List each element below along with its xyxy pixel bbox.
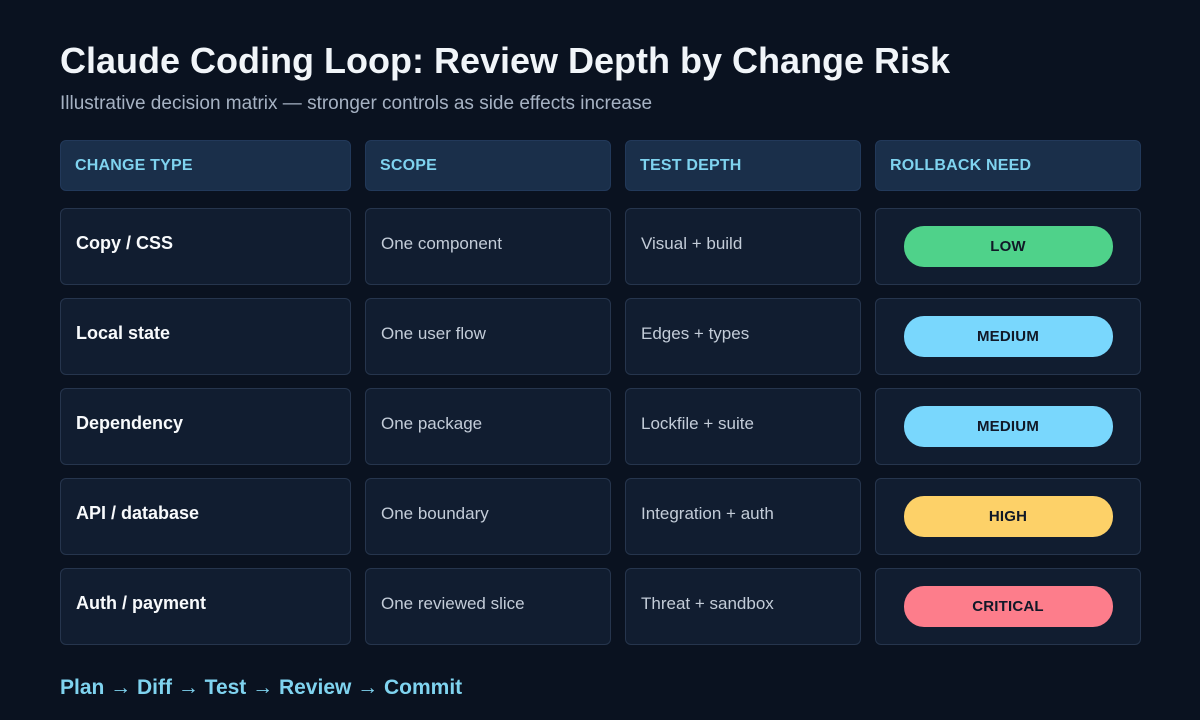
test-depth-label: Lockfile + suite	[641, 413, 754, 433]
rollback-badge: HIGH	[903, 496, 1113, 537]
decision-matrix-page: Claude Coding Loop: Review Depth by Chan…	[0, 0, 1200, 720]
cell-test-depth: Lockfile + suite	[625, 388, 861, 465]
header-scope-label: SCOPE	[380, 156, 438, 174]
change-type-label: Auth / payment	[76, 593, 207, 613]
header-test-depth-label: TEST DEPTH	[640, 156, 742, 174]
cell-rollback-need: HIGH	[875, 478, 1141, 555]
cell-change-type: Copy / CSS	[60, 208, 351, 285]
cell-rollback-need: CRITICAL	[875, 568, 1141, 645]
cell-scope: One component	[365, 208, 611, 285]
cell-scope: One reviewed slice	[365, 568, 611, 645]
scope-label: One boundary	[381, 503, 489, 523]
test-depth-label: Edges + types	[641, 323, 750, 343]
change-type-label: Local state	[76, 323, 171, 343]
cell-test-depth: Visual + build	[625, 208, 861, 285]
cell-rollback-need: LOW	[875, 208, 1141, 285]
rollback-badge: LOW	[903, 226, 1113, 267]
cell-change-type: Local state	[60, 298, 351, 375]
rollback-badge: MEDIUM	[903, 316, 1113, 357]
header-change-type-label: CHANGE TYPE	[75, 156, 193, 174]
cell-test-depth: Integration + auth	[625, 478, 861, 555]
change-type-label: Copy / CSS	[76, 233, 174, 253]
test-depth-label: Visual + build	[641, 233, 743, 253]
rollback-badge: MEDIUM	[903, 406, 1113, 447]
change-type-label: API / database	[76, 503, 200, 523]
header-scope: SCOPE	[365, 140, 611, 191]
cell-scope: One user flow	[365, 298, 611, 375]
scope-label: One component	[381, 233, 502, 253]
header-rollback-need-label: ROLLBACK NEED	[890, 156, 1032, 174]
header-rollback-need: ROLLBACK NEED	[875, 140, 1141, 191]
scope-label: One package	[381, 413, 483, 433]
scope-label: One reviewed slice	[381, 593, 525, 613]
cell-test-depth: Edges + types	[625, 298, 861, 375]
cell-rollback-need: MEDIUM	[875, 298, 1141, 375]
cell-rollback-need: MEDIUM	[875, 388, 1141, 465]
page-title: Claude Coding Loop: Review Depth by Chan…	[60, 40, 951, 81]
header-change-type: CHANGE TYPE	[60, 140, 351, 191]
change-type-label: Dependency	[76, 413, 184, 433]
header-test-depth: TEST DEPTH	[625, 140, 861, 191]
cell-change-type: API / database	[60, 478, 351, 555]
cell-change-type: Dependency	[60, 388, 351, 465]
cell-scope: One boundary	[365, 478, 611, 555]
workflow-footer: Plan → Diff → Test → Review → Commit	[60, 676, 463, 699]
scope-label: One user flow	[381, 323, 486, 343]
cell-scope: One package	[365, 388, 611, 465]
rollback-badge: CRITICAL	[903, 586, 1113, 627]
test-depth-label: Integration + auth	[641, 503, 774, 523]
page-subtitle: Illustrative decision matrix — stronger …	[60, 93, 653, 114]
test-depth-label: Threat + sandbox	[641, 593, 774, 613]
cell-change-type: Auth / payment	[60, 568, 351, 645]
cell-test-depth: Threat + sandbox	[625, 568, 861, 645]
